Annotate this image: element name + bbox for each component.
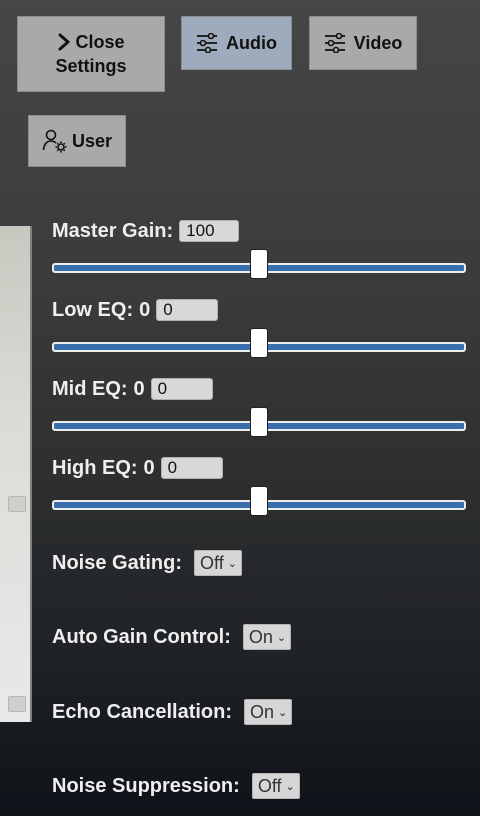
chevron-down-icon: ⌄ xyxy=(276,631,287,644)
tab-audio-label: Audio xyxy=(226,32,277,53)
master-gain-input[interactable]: 100 xyxy=(179,220,240,242)
chevron-right-icon xyxy=(58,33,70,51)
chevron-down-icon: ⌄ xyxy=(227,557,237,570)
mid-eq-input[interactable]: 0 xyxy=(150,378,213,400)
noise-gating-value: Off xyxy=(200,552,224,573)
auto-gain-value: On xyxy=(248,626,273,647)
low-eq-row: Low EQ: 0 0 xyxy=(52,297,219,323)
noise-suppression-select[interactable]: Off ⌄ xyxy=(251,773,300,799)
echo-cancellation-value: On xyxy=(250,701,275,722)
tab-video-label: Video xyxy=(353,32,403,53)
auto-gain-label: Auto Gain Control: xyxy=(52,625,231,648)
tab-audio[interactable]: Audio xyxy=(181,16,292,70)
slider-thumb[interactable] xyxy=(250,249,268,279)
high-eq-input[interactable]: 0 xyxy=(160,457,223,479)
low-eq-label: Low EQ: xyxy=(52,298,134,321)
sliders-icon xyxy=(324,33,345,53)
tab-user-label: User xyxy=(71,130,113,151)
low-eq-slider[interactable] xyxy=(52,328,466,358)
slider-thumb[interactable] xyxy=(250,328,268,358)
close-label: Close xyxy=(75,32,125,52)
noise-suppression-label: Noise Suppression: xyxy=(52,774,240,797)
slider-thumb[interactable] xyxy=(250,486,268,516)
noise-suppression-value: Off xyxy=(257,775,282,796)
echo-cancellation-select[interactable]: On ⌄ xyxy=(244,699,293,725)
high-eq-value: 0 xyxy=(143,456,155,479)
sliders-icon xyxy=(197,33,217,53)
low-eq-input[interactable]: 0 xyxy=(156,299,219,321)
user-settings-icon xyxy=(42,129,67,153)
master-gain-label: Master Gain: xyxy=(52,219,174,242)
mid-eq-row: Mid EQ: 0 0 xyxy=(52,376,213,402)
chevron-down-icon: ⌄ xyxy=(278,706,288,719)
high-eq-slider[interactable] xyxy=(52,486,466,516)
auto-gain-row: Auto Gain Control: On ⌄ xyxy=(52,623,292,651)
noise-suppression-row: Noise Suppression: Off ⌄ xyxy=(52,772,300,800)
high-eq-label: High EQ: xyxy=(52,456,138,479)
tab-video[interactable]: Video xyxy=(309,16,417,70)
settings-label: Settings xyxy=(55,56,127,76)
chevron-down-icon: ⌄ xyxy=(285,780,295,793)
master-gain-row: Master Gain: 100 xyxy=(52,218,240,244)
panel-marker xyxy=(8,696,26,712)
mid-eq-value: 0 xyxy=(133,377,145,400)
slider-thumb[interactable] xyxy=(250,407,268,437)
echo-cancellation-label: Echo Cancellation: xyxy=(52,700,233,723)
master-gain-slider[interactable] xyxy=(52,249,466,279)
mid-eq-label: Mid EQ: xyxy=(52,377,128,400)
noise-gating-select[interactable]: Off ⌄ xyxy=(194,550,242,576)
tab-user[interactable]: User xyxy=(28,115,126,167)
echo-cancellation-row: Echo Cancellation: On ⌄ xyxy=(52,698,293,726)
panel-marker xyxy=(8,496,26,512)
high-eq-row: High EQ: 0 0 xyxy=(52,455,223,481)
mid-eq-slider[interactable] xyxy=(52,407,466,437)
noise-gating-label: Noise Gating: xyxy=(52,551,183,574)
low-eq-value: 0 xyxy=(139,298,151,321)
auto-gain-select[interactable]: On ⌄ xyxy=(242,624,292,650)
preview-panel-edge xyxy=(0,226,32,722)
close-settings-button[interactable]: Close Settings xyxy=(17,16,165,92)
noise-gating-row: Noise Gating: Off ⌄ xyxy=(52,549,242,577)
